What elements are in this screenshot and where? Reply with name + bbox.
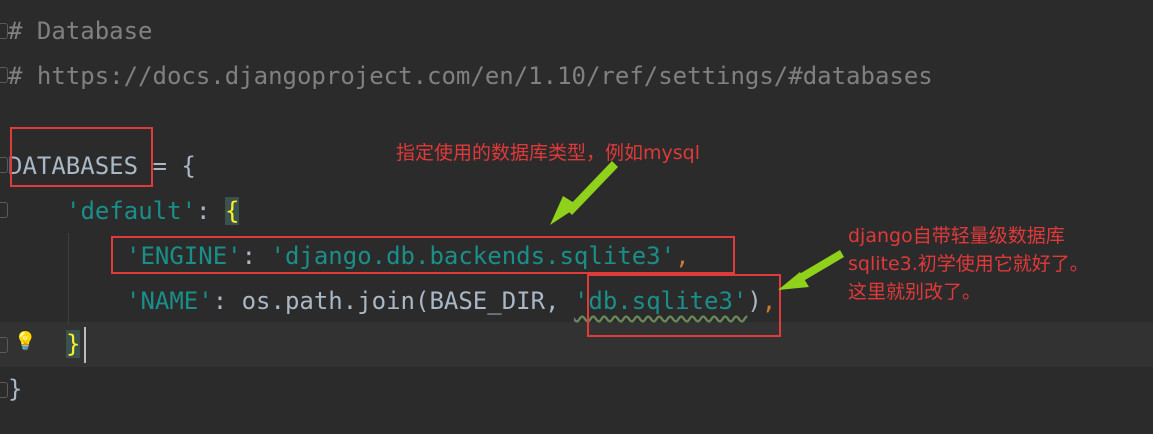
annotation-arrows — [550, 161, 844, 290]
arrow-to-engine — [550, 161, 618, 225]
code-editor[interactable]: # Database # https://docs.djangoproject.… — [0, 0, 1153, 434]
arrow-to-dbname — [778, 250, 844, 290]
